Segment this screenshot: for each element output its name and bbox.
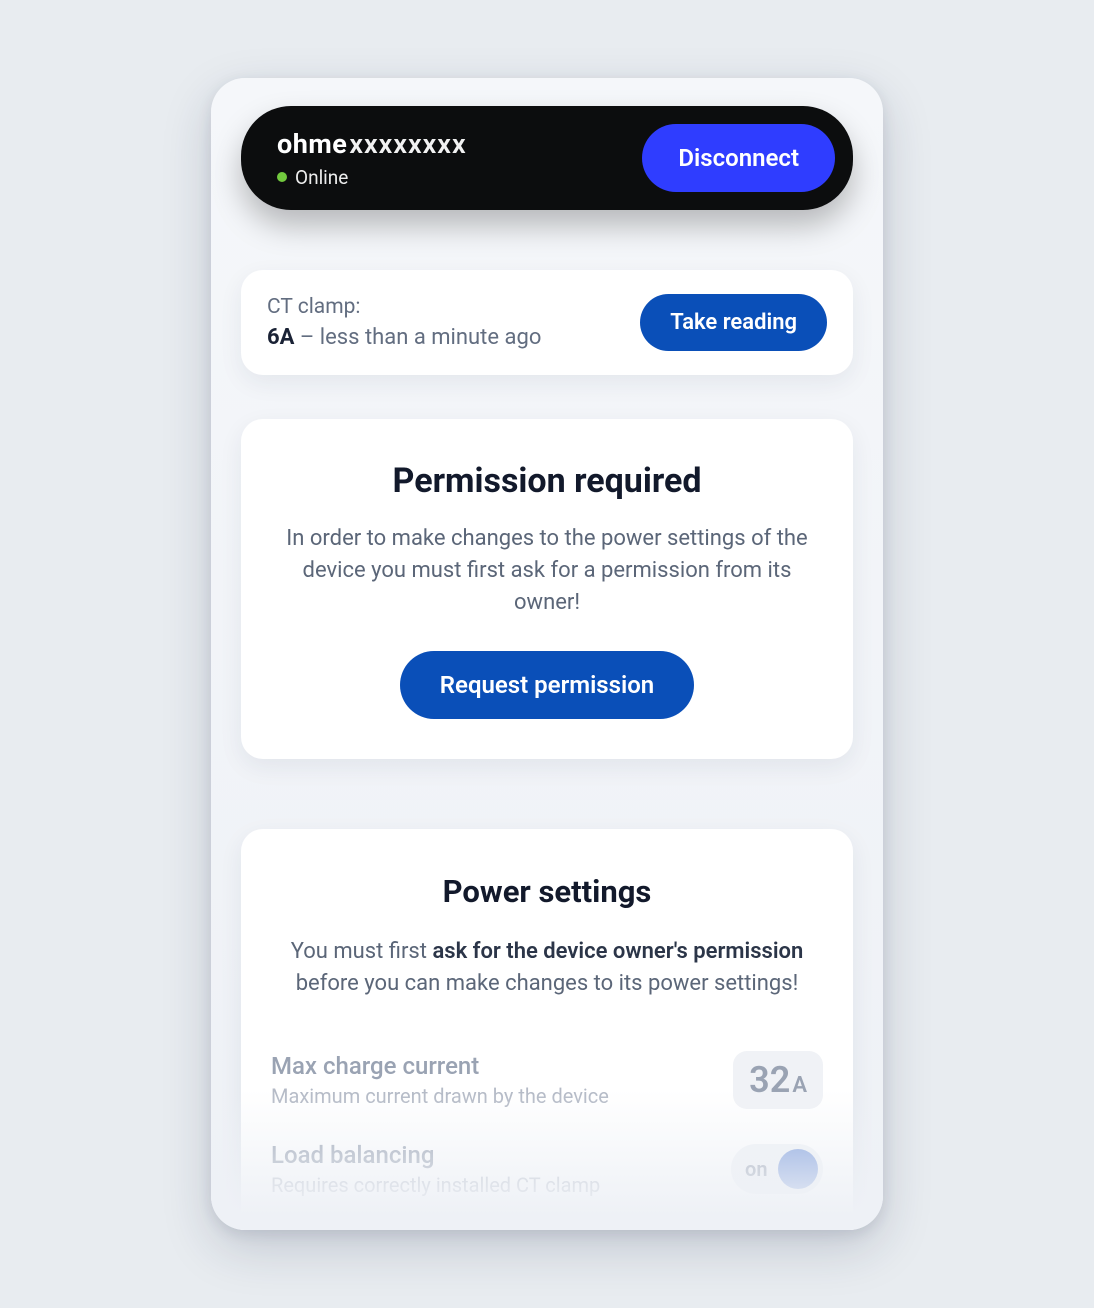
- ct-clamp-info: CT clamp: 6A – less than a minute ago: [267, 295, 541, 350]
- setting-subtext: Requires correctly installed CT clamp: [271, 1173, 600, 1197]
- device-status: Online: [277, 166, 467, 189]
- ct-clamp-card: CT clamp: 6A – less than a minute ago Ta…: [241, 270, 853, 375]
- setting-label: Load balancing: [271, 1141, 600, 1169]
- ct-clamp-time: less than a minute ago: [320, 325, 542, 350]
- ct-clamp-label: CT clamp:: [267, 295, 541, 319]
- setting-label: Max charge current: [271, 1052, 609, 1080]
- device-header: ohme xxxxxxxx Online Disconnect: [241, 106, 853, 210]
- power-desc-prefix: You must first: [291, 939, 433, 964]
- app-card: ohme xxxxxxxx Online Disconnect CT clamp…: [211, 78, 883, 1230]
- setting-max-charge-current: Max charge current Maximum current drawn…: [271, 1035, 823, 1125]
- disconnect-button[interactable]: Disconnect: [642, 124, 835, 192]
- power-settings-description: You must first ask for the device owner'…: [271, 936, 823, 1000]
- setting-left: Max charge current Maximum current drawn…: [271, 1052, 609, 1108]
- setting-load-balancing: Load balancing Requires correctly instal…: [271, 1125, 823, 1213]
- max-current-unit: A: [792, 1073, 807, 1098]
- status-dot-icon: [277, 172, 287, 182]
- load-balancing-toggle[interactable]: on: [731, 1144, 823, 1194]
- permission-description: In order to make changes to the power se…: [277, 523, 817, 619]
- setting-left: Load balancing threshold: [271, 1229, 542, 1230]
- setting-left: Load balancing Requires correctly instal…: [271, 1141, 600, 1197]
- status-text: Online: [295, 166, 348, 189]
- device-name: ohme xxxxxxxx: [277, 128, 467, 160]
- setting-load-balancing-threshold: Load balancing threshold: [271, 1213, 823, 1230]
- toggle-state-label: on: [745, 1157, 768, 1181]
- power-settings-card: Power settings You must first ask for th…: [241, 829, 853, 1230]
- ct-clamp-unit: A: [280, 325, 295, 350]
- permission-title: Permission required: [277, 461, 817, 501]
- ct-clamp-reading: 6A – less than a minute ago: [267, 325, 541, 350]
- setting-subtext: Maximum current drawn by the device: [271, 1084, 609, 1108]
- permission-card: Permission required In order to make cha…: [241, 419, 853, 759]
- toggle-knob-icon: [778, 1149, 818, 1189]
- max-current-value: 32: [749, 1059, 790, 1101]
- ct-clamp-value: 6: [267, 325, 280, 350]
- power-desc-bold: ask for the device owner's permission: [432, 939, 803, 964]
- ct-clamp-separator: –: [294, 325, 319, 350]
- device-header-left: ohme xxxxxxxx Online: [277, 128, 467, 189]
- max-current-value-pill[interactable]: 32A: [733, 1051, 823, 1109]
- power-desc-suffix: before you can make changes to its power…: [296, 971, 799, 996]
- take-reading-button[interactable]: Take reading: [640, 294, 827, 351]
- device-brand: ohme: [277, 128, 347, 160]
- setting-label: Load balancing threshold: [271, 1229, 542, 1230]
- device-id: xxxxxxxx: [349, 128, 466, 160]
- power-settings-title: Power settings: [271, 873, 823, 910]
- request-permission-button[interactable]: Request permission: [400, 651, 694, 719]
